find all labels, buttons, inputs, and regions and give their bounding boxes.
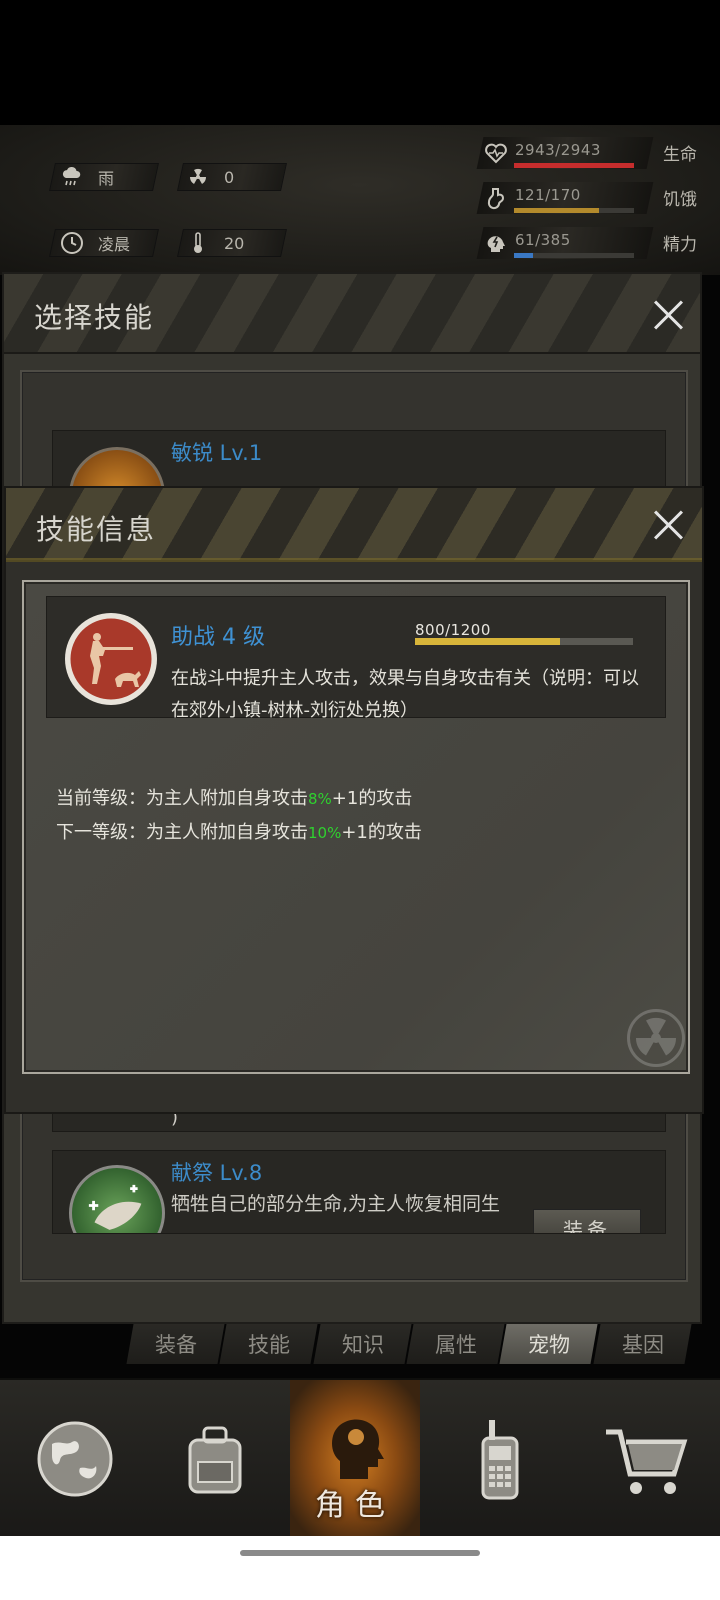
temperature-value: 20 (224, 233, 245, 253)
current-level-prefix: 当前等级：为主人附加自身攻击 (56, 788, 308, 809)
skill-exp-text: 800/1200 (415, 621, 491, 639)
skill-select-title: 选择技能 (34, 301, 155, 334)
health-bar-fill (514, 163, 634, 168)
nav-inventory[interactable] (160, 1380, 270, 1538)
energy-stat: 61/385 精力 (476, 227, 702, 261)
skill-exp-bar (415, 638, 633, 645)
home-indicator[interactable] (240, 1550, 480, 1556)
head-profile-icon (332, 1419, 384, 1479)
hand-icon (88, 1184, 142, 1230)
hunter-dog-icon (65, 613, 157, 705)
globe-icon (37, 1421, 113, 1497)
bottom-navigation: 角色 (0, 1378, 720, 1538)
shopping-cart-icon (606, 1429, 688, 1494)
stomach-icon (487, 188, 505, 210)
tab-genes[interactable]: 基因 (593, 1324, 692, 1364)
hunger-label: 饥饿 (663, 190, 697, 210)
energy-bar-fill (514, 253, 534, 258)
brain-icon (487, 236, 505, 252)
time-chip: 凌晨 (60, 229, 130, 257)
current-level-pct: 8% (308, 790, 332, 808)
nav-character[interactable]: 角色 (290, 1380, 420, 1538)
equip-button[interactable]: 装备 (533, 1209, 641, 1233)
time-label: 凌晨 (98, 235, 131, 254)
nav-radio[interactable] (445, 1380, 555, 1538)
skill-name: 献祭 Lv.8 (171, 1161, 263, 1185)
weather-chip: 雨 (60, 163, 114, 191)
skill-select-header: 选择技能 (4, 274, 700, 354)
skill-select-close-button[interactable] (652, 298, 686, 332)
tab-equipment[interactable]: 装备 (126, 1324, 225, 1364)
tab-attributes[interactable]: 属性 (406, 1324, 505, 1364)
skill-info-body: 助战 4 级 800/1200 在战斗中提升主人攻击，效果与自身攻击有关（说明：… (22, 580, 690, 1074)
skill-info-title: 技能信息 (36, 513, 157, 546)
walkie-talkie-icon (481, 1420, 519, 1500)
clock-icon (61, 232, 83, 254)
next-level-line: 下一等级：为主人附加自身攻击10%+1的攻击 (56, 818, 422, 844)
hud-panel: 雨 0 凌晨 20 2943/2943 生命 121/170 饥饿 61/385… (0, 125, 720, 379)
energy-label: 精力 (663, 235, 697, 255)
skill-info-card: 助战 4 级 800/1200 在战斗中提升主人攻击，效果与自身攻击有关（说明：… (46, 596, 666, 721)
nav-world[interactable] (20, 1380, 130, 1538)
nav-character-label: 角色 (315, 1488, 395, 1523)
system-navigation-bar (0, 1536, 720, 1600)
skill-info-close-button[interactable] (652, 508, 686, 542)
heart-icon (485, 143, 507, 164)
hunger-text: 121/170 (515, 186, 581, 204)
skill-list-item[interactable]: 献祭 Lv.8 牺牲自己的部分生命,为主人恢复相同生 装备 (52, 1150, 666, 1234)
status-bar-area (0, 0, 720, 125)
character-tabs: 装备 技能 知识 属性 宠物 基因 (126, 1324, 692, 1370)
tab-skills[interactable]: 技能 (219, 1324, 319, 1364)
radiation-chip: 0 (186, 163, 234, 191)
health-label: 生命 (663, 145, 697, 165)
skill-desc: 牺牲自己的部分生命,为主人恢复相同生 (171, 1193, 501, 1215)
radiation-icon (189, 168, 207, 184)
rain-cloud-icon (62, 167, 81, 186)
nav-shop[interactable] (590, 1380, 700, 1538)
health-stat: 2943/2943 生命 (476, 137, 702, 171)
hunger-bar-fill (514, 208, 600, 213)
skill-info-modal: 技能信息 助战 4 级 800/1200 在战斗中提升主人攻击，效果与自身攻击有… (4, 486, 704, 1114)
health-text: 2943/2943 (515, 141, 601, 159)
energy-text: 61/385 (515, 231, 571, 249)
weather-label: 雨 (98, 169, 115, 188)
skill-exp-fill (415, 638, 561, 645)
thermometer-icon (194, 232, 202, 253)
skill-info-desc: 在战斗中提升主人攻击，效果与自身攻击有关（说明：可以在郊外小镇-树林-刘衍处兑换… (171, 668, 639, 721)
hunger-stat: 121/170 饥饿 (476, 182, 702, 216)
skill-name: 敏锐 Lv.1 (171, 441, 263, 465)
tab-knowledge[interactable]: 知识 (313, 1324, 412, 1364)
sacrifice-skill-icon (69, 1165, 165, 1233)
backpack-icon (188, 1426, 242, 1494)
radiation-watermark-icon (627, 1009, 685, 1067)
radiation-value: 0 (224, 167, 235, 187)
current-level-line: 当前等级：为主人附加自身攻击8%+1的攻击 (56, 784, 412, 810)
skill-info-header: 技能信息 (6, 488, 702, 562)
temperature-chip: 20 (186, 229, 244, 257)
next-level-prefix: 下一等级：为主人附加自身攻击 (56, 822, 308, 843)
skill-info-name: 助战 4 级 (171, 625, 265, 650)
next-level-pct: 10% (308, 824, 342, 842)
tab-pets[interactable]: 宠物 (499, 1324, 599, 1364)
next-level-suffix: +1的攻击 (341, 822, 422, 843)
current-level-suffix: +1的攻击 (331, 788, 413, 809)
